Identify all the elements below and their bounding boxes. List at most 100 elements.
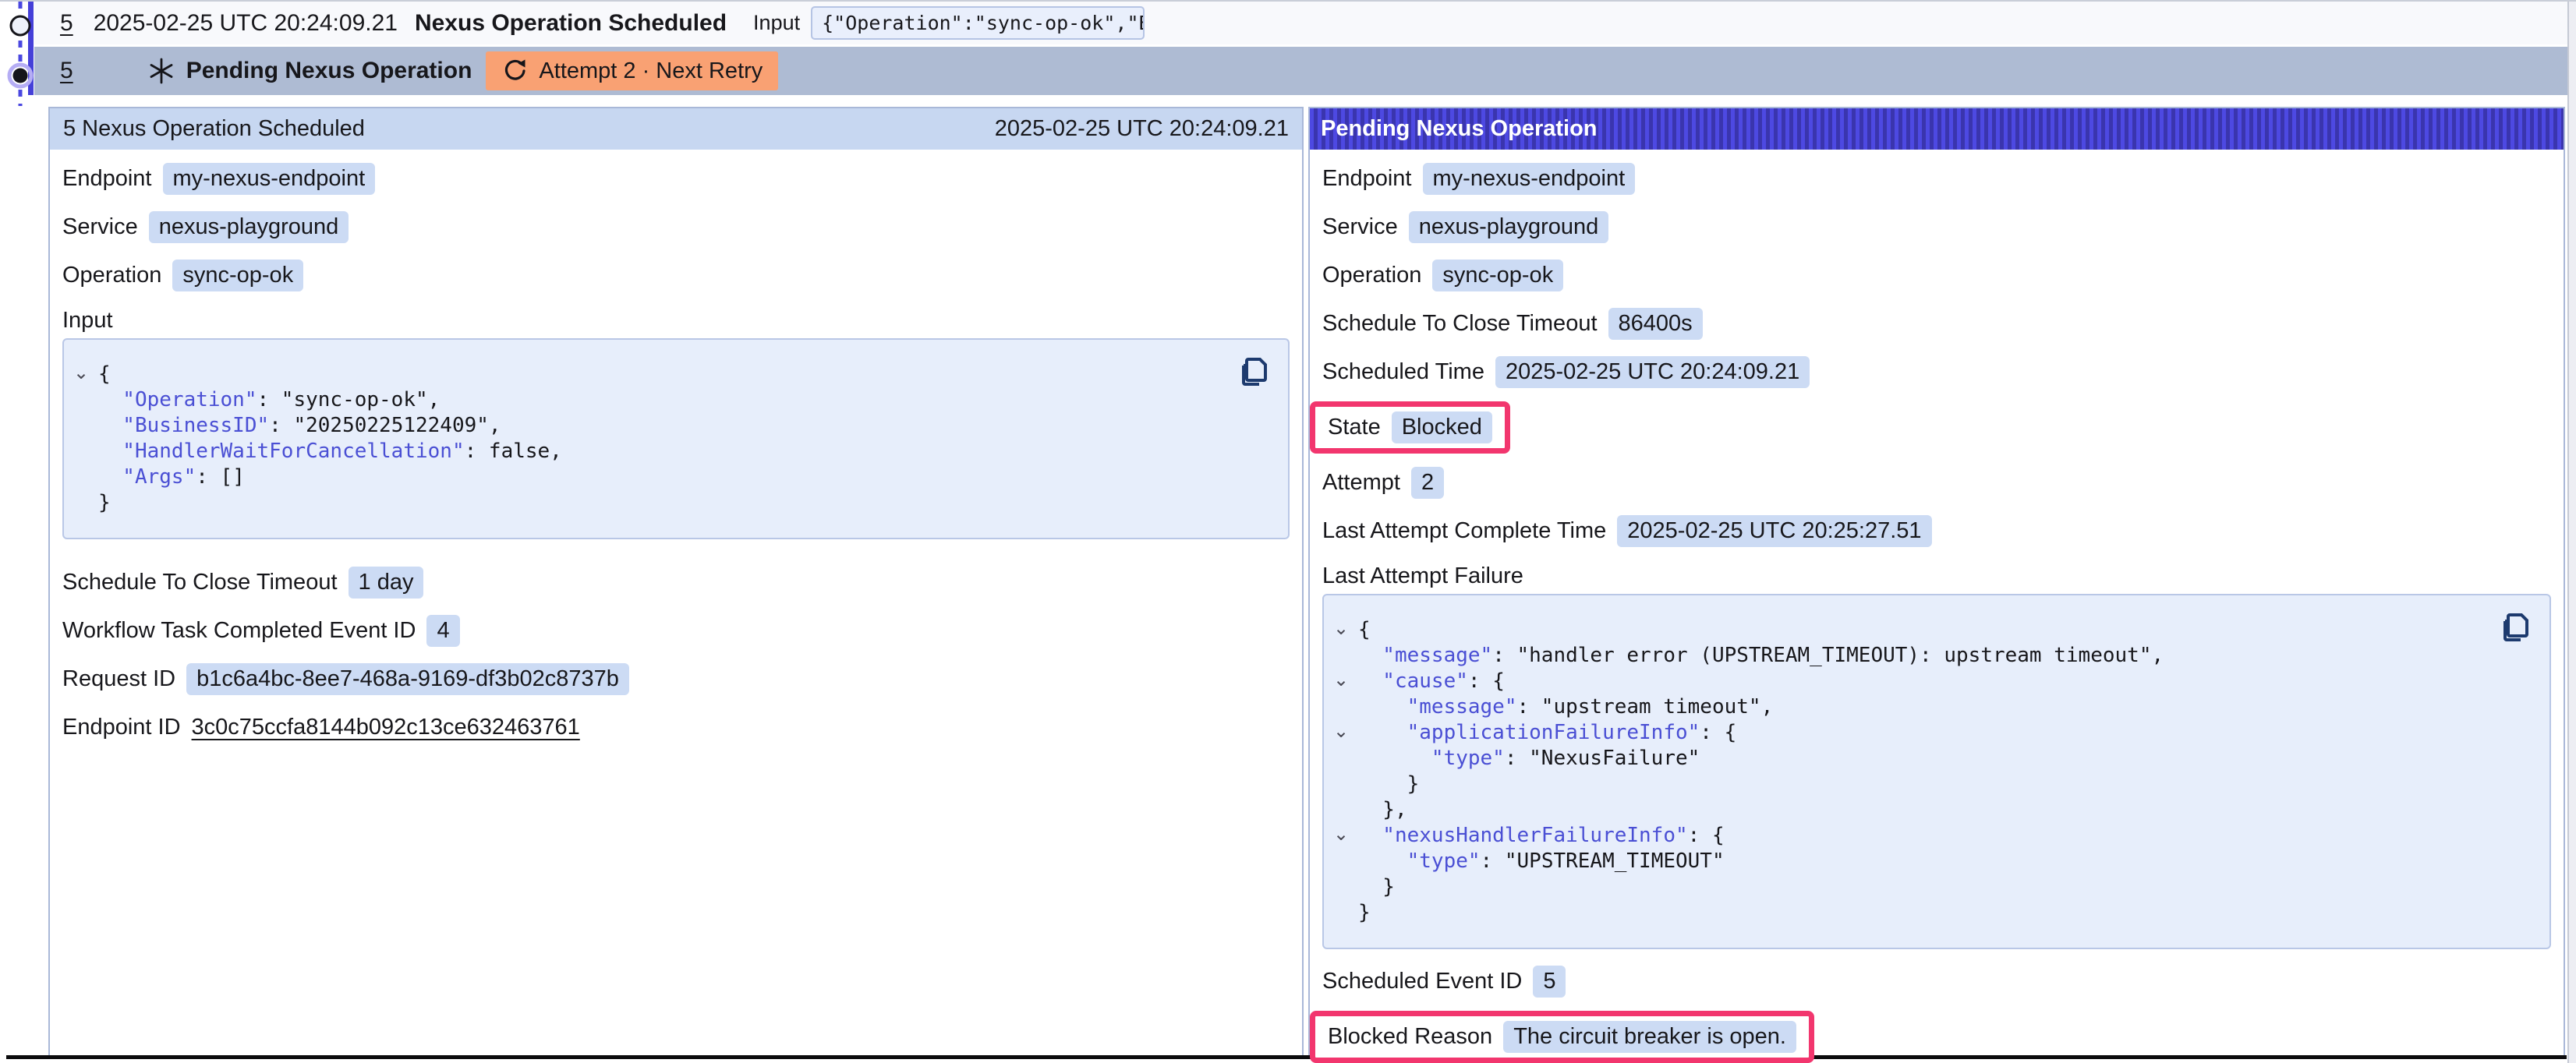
json-key: "type" <box>1358 849 1481 873</box>
json-key: "cause" <box>1358 669 1468 693</box>
field-value-state: Blocked <box>1392 411 1492 443</box>
json-key: "message" <box>1358 644 1492 667</box>
json-text: : "handler error (UPSTREAM_TIMEOUT): ups… <box>1492 644 2164 667</box>
retry-icon <box>501 58 528 84</box>
field-value-service: nexus-playground <box>1409 211 1609 243</box>
code-line: ⌄ "nexusHandlerFailureInfo": { <box>1324 823 2534 849</box>
annotation-highlight-box: Blocked Reason The circuit breaker is ope… <box>1310 1011 1814 1063</box>
field-label-endpoint: Endpoint <box>1322 166 1412 192</box>
json-text: : false, <box>465 440 562 463</box>
json-text: }, <box>1358 798 1407 821</box>
code-line: } <box>1324 900 2534 926</box>
json-key: "message" <box>1358 695 1517 719</box>
field-value-endpoint: my-nexus-endpoint <box>1423 163 1636 195</box>
field-row-scheduled-event-id: Scheduled Event ID5 <box>1322 957 2551 1005</box>
event-marker-dot <box>13 69 28 83</box>
field-value-blocked-reason: The circuit breaker is open. <box>1503 1021 1796 1053</box>
event-row-pending-nexus-operation[interactable]: 5 Pending Nexus Operation Attempt 2 · Ne… <box>34 47 2567 95</box>
field-label-blocked-reason: Blocked Reason <box>1328 1024 1492 1050</box>
code-line: ⌄{ <box>1324 617 2534 643</box>
field-row-service: Servicenexus-playground <box>62 203 1290 251</box>
field-label-schedule-to-close-timeout: Schedule To Close Timeout <box>1322 311 1598 337</box>
scrollbar-track[interactable] <box>2567 2 2576 1063</box>
json-text: { <box>1358 618 1371 641</box>
field-value-scheduled-event-id: 5 <box>1533 966 1566 998</box>
collapse-caret-icon[interactable]: ⌄ <box>1333 821 1349 847</box>
code-line: }, <box>1324 797 2534 823</box>
json-key: "Operation" <box>98 388 257 411</box>
code-line: } <box>64 490 1272 516</box>
json-text: : "20250225122409", <box>269 414 501 437</box>
field-row-request-id: Request IDb1c6a4bc-8ee7-468a-9169-df3b02… <box>62 655 1290 703</box>
code-line: ⌄{ <box>64 362 1272 387</box>
code-line: ⌄ "cause": { <box>1324 669 2534 694</box>
json-text: : { <box>1468 669 1505 693</box>
field-value-endpoint-id[interactable]: 3c0c75ccfa8144b092c13ce632463761 <box>192 715 580 740</box>
code-line: "type": "NexusFailure" <box>1324 746 2534 772</box>
field-row-operation: Operationsync-op-ok <box>62 251 1290 299</box>
field-row-blocked-reason: Blocked Reason The circuit breaker is ope… <box>1322 1005 2551 1063</box>
json-key: "type" <box>1358 747 1505 770</box>
bottom-divider <box>6 1055 2567 1059</box>
collapse-caret-icon[interactable]: ⌄ <box>1333 667 1349 693</box>
field-row-schedule-to-close-timeout: Schedule To Close Timeout 86400s <box>1322 299 2551 348</box>
pending-panel-header: Pending Nexus Operation <box>1310 108 2564 150</box>
event-marker-open-circle <box>11 16 30 35</box>
code-line: "Args": [] <box>64 464 1272 490</box>
json-text: : "sync-op-ok", <box>257 388 441 411</box>
collapse-caret-icon[interactable]: ⌄ <box>1333 616 1349 641</box>
field-row-workflow-task-completed-event-id: Workflow Task Completed Event ID 4 <box>62 606 1290 655</box>
json-text: : { <box>1688 824 1725 847</box>
field-row-attempt: Attempt2 <box>1322 458 2551 507</box>
attempt-badge-label: Attempt 2 · Next Retry <box>539 58 763 84</box>
pending-operation-icon <box>147 57 175 85</box>
last-attempt-failure-json-block: ⌄{ "message": "handler error (UPSTREAM_T… <box>1322 594 2551 949</box>
scheduled-panel-time: 2025-02-25 UTC 20:24:09.21 <box>995 116 1289 142</box>
event-detail-panel-scheduled: 5 Nexus Operation Scheduled 2025-02-25 U… <box>48 107 1304 1055</box>
code-line: "HandlerWaitForCancellation": false, <box>64 439 1272 464</box>
event-row-nexus-operation-scheduled[interactable]: 5 2025-02-25 UTC 20:24:09.21 Nexus Opera… <box>34 2 2567 44</box>
code-line: } <box>1324 772 2534 797</box>
json-key: "HandlerWaitForCancellation" <box>98 440 465 463</box>
failure-block-label: Last Attempt Failure <box>1322 563 1523 589</box>
json-key: "applicationFailureInfo" <box>1358 721 1700 744</box>
event-timestamp: 2025-02-25 UTC 20:24:09.21 <box>94 10 398 37</box>
field-value-service: nexus-playground <box>149 211 349 243</box>
field-value-schedule-to-close-timeout: 1 day <box>349 567 424 599</box>
field-value-schedule-to-close-timeout: 86400s <box>1608 308 1703 340</box>
field-label-service: Service <box>1322 214 1398 240</box>
field-label-workflow-task-completed-event-id: Workflow Task Completed Event ID <box>62 618 416 644</box>
field-row-schedule-to-close-timeout: Schedule To Close Timeout 1 day <box>62 558 1290 606</box>
field-label-attempt: Attempt <box>1322 470 1400 496</box>
json-text: : { <box>1700 721 1736 744</box>
field-row-operation: Operationsync-op-ok <box>1322 251 2551 299</box>
annotation-highlight-box: StateBlocked <box>1310 401 1510 454</box>
field-row-last-attempt-complete-time: Last Attempt Complete Time2025-02-25 UTC… <box>1322 507 2551 555</box>
code-line: "BusinessID": "20250225122409", <box>64 413 1272 439</box>
field-label-last-attempt-complete-time: Last Attempt Complete Time <box>1322 518 1606 544</box>
event-title: Nexus Operation Scheduled <box>415 10 727 37</box>
json-text: { <box>98 362 111 386</box>
json-text: } <box>1358 875 1395 899</box>
event-id-link[interactable]: 5 <box>60 58 73 84</box>
field-label-schedule-to-close-timeout: Schedule To Close Timeout <box>62 570 338 595</box>
json-key: "Args" <box>98 465 196 489</box>
attempt-retry-badge: Attempt 2 · Next Retry <box>486 51 778 90</box>
field-value-workflow-task-completed-event-id: 4 <box>426 615 459 647</box>
event-id-link[interactable]: 5 <box>60 10 73 37</box>
input-block-label: Input <box>62 308 113 334</box>
json-text: } <box>98 491 111 514</box>
event-detail-panel-pending: Pending Nexus Operation Endpoint my-nexus… <box>1308 107 2565 1055</box>
input-preview-chip: {"Operation":"sync-op-ok","BusinessID":"… <box>811 6 1145 40</box>
field-row-state: StateBlocked <box>1322 396 2551 458</box>
pending-panel-title: Pending Nexus Operation <box>1321 116 1598 142</box>
field-label-endpoint-id: Endpoint ID <box>62 715 181 740</box>
json-key: "nexusHandlerFailureInfo" <box>1358 824 1688 847</box>
code-line: "Operation": "sync-op-ok", <box>64 387 1272 413</box>
pending-event-title: Pending Nexus Operation <box>186 58 472 84</box>
field-value-operation: sync-op-ok <box>1432 260 1563 291</box>
scheduled-panel-header: 5 Nexus Operation Scheduled 2025-02-25 U… <box>50 108 1302 150</box>
collapse-caret-icon[interactable]: ⌄ <box>73 360 89 386</box>
json-key: "BusinessID" <box>98 414 269 437</box>
collapse-caret-icon[interactable]: ⌄ <box>1333 719 1349 744</box>
